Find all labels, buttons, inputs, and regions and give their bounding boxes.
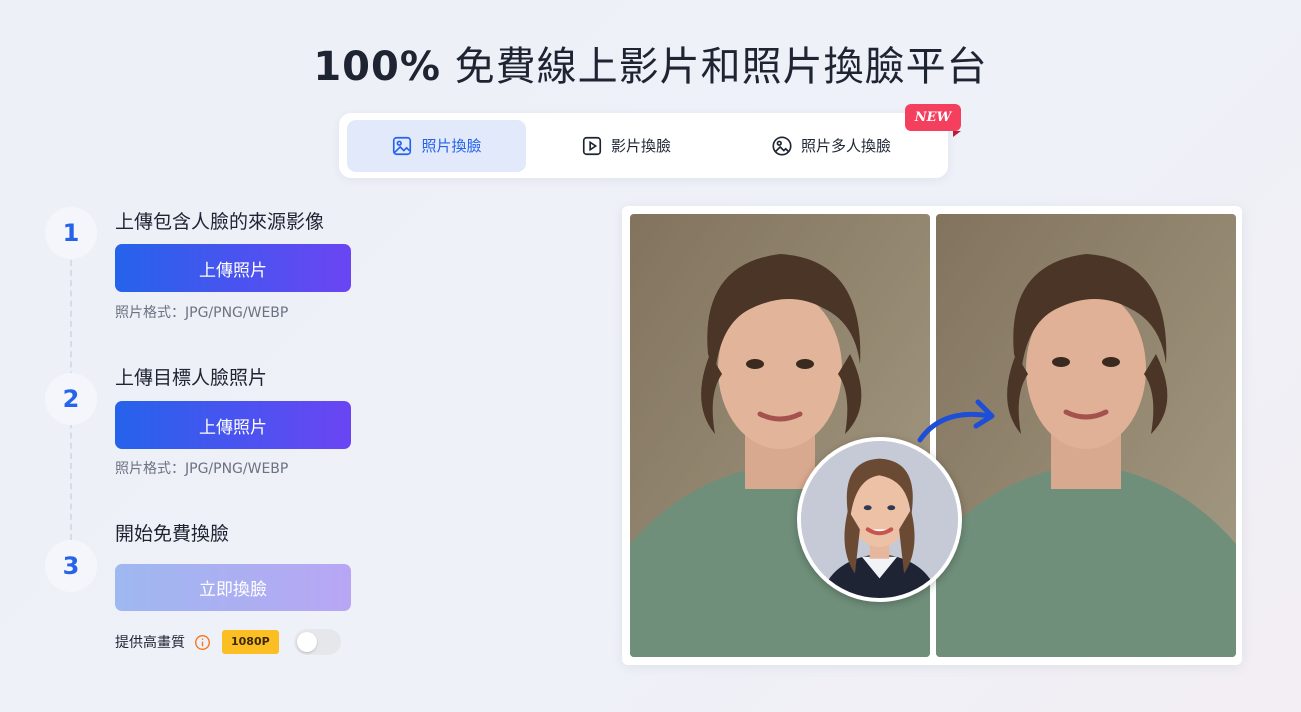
swap-now-button[interactable]: 立即換臉 xyxy=(115,564,351,611)
upload-target-button[interactable]: 上傳照片 xyxy=(115,401,351,449)
target-face-thumbnail xyxy=(797,437,962,602)
upload-source-button[interactable]: 上傳照片 xyxy=(115,244,351,292)
high-quality-toggle[interactable] xyxy=(293,629,341,655)
step-number-3: 3 xyxy=(45,540,97,592)
toggle-knob xyxy=(296,632,317,652)
new-badge: NEW xyxy=(905,104,961,137)
info-icon[interactable] xyxy=(194,634,211,651)
play-icon xyxy=(582,136,602,155)
tab-label: 影片換臉 xyxy=(610,137,671,155)
step-1-title: 上傳包含人臉的來源影像 xyxy=(115,211,325,233)
hq-label: 提供高畫質 xyxy=(115,635,185,651)
swap-arrow-icon xyxy=(917,399,995,443)
tab-video-face-swap[interactable]: 影片換臉 xyxy=(526,120,726,172)
mode-tabbar: 照片換臉 影片換臉 照片多人換臉 xyxy=(339,113,948,178)
page-title: 100% 免費線上影片和照片換臉平台 xyxy=(313,44,988,90)
step-3-title: 開始免費換臉 xyxy=(115,523,230,545)
step-2-format-note: 照片格式：JPG/PNG/WEBP xyxy=(115,461,289,477)
step-2-title: 上傳目標人臉照片 xyxy=(115,367,268,389)
step-number-2: 2 xyxy=(45,373,97,425)
tab-photo-face-swap[interactable]: 照片換臉 xyxy=(347,119,526,172)
tab-label: 照片換臉 xyxy=(421,137,482,155)
step-number-1: 1 xyxy=(45,207,97,259)
multi-face-image-icon xyxy=(772,135,792,156)
high-quality-row: 提供高畫質 1080P xyxy=(115,628,341,656)
tab-label: 照片多人換臉 xyxy=(800,137,891,155)
image-icon xyxy=(393,136,412,155)
resolution-badge: 1080P xyxy=(222,630,279,654)
step-1-format-note: 照片格式：JPG/PNG/WEBP xyxy=(115,305,289,321)
